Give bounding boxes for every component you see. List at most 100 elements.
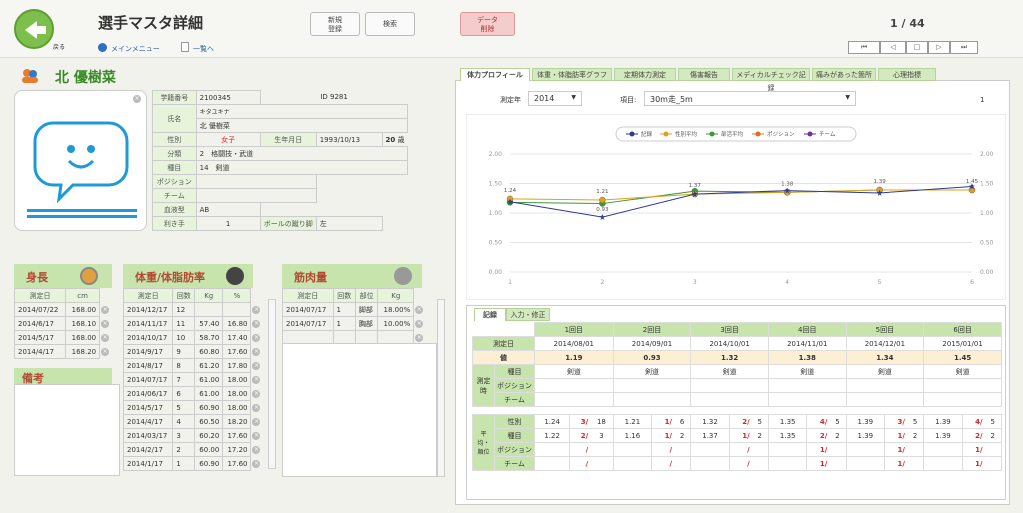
table-cell: 17.20 <box>222 442 252 457</box>
prev-record-button[interactable]: ◁ <box>880 41 906 54</box>
delete-icon[interactable]: × <box>101 320 110 328</box>
table-cell: 16.80 <box>222 316 252 331</box>
delete-icon[interactable]: × <box>415 320 424 328</box>
notes-textarea[interactable] <box>14 384 120 476</box>
table-cell: 1993/10/13 <box>315 132 383 147</box>
item-select[interactable]: 30m走_5m ▼ <box>644 91 856 106</box>
table-cell: × <box>414 317 426 331</box>
table-cell: × <box>251 415 263 429</box>
record-tab-record[interactable]: 記録 <box>474 308 506 321</box>
grid-cell: 2014/11/01 <box>767 336 847 351</box>
tab-3[interactable]: 傷害報告 <box>678 68 730 81</box>
delete-button[interactable]: データ 削除 <box>460 12 515 36</box>
table-cell: ボールの蹴り脚 <box>259 216 317 231</box>
year-select[interactable]: 2014 ▼ <box>528 91 582 106</box>
table-cell: 利き手 <box>152 216 197 231</box>
main-menu-link[interactable]: メインメニュー <box>111 44 160 54</box>
grid-cell: 1/ <box>806 456 830 471</box>
delete-icon[interactable]: × <box>252 320 261 328</box>
delete-icon[interactable]: × <box>101 348 110 356</box>
tab-0[interactable]: 体力プロフィール <box>460 68 530 81</box>
photo-clear-icon[interactable]: × <box>133 95 141 103</box>
last-record-button[interactable]: ⏭ <box>950 41 978 54</box>
table-cell: 2014/03/17 <box>122 428 174 443</box>
legend-label: 記録 <box>641 130 653 138</box>
first-record-button[interactable]: ⏮ <box>848 41 880 54</box>
delete-icon[interactable]: × <box>252 306 261 314</box>
table-cell: 2014/5/17 <box>13 330 67 345</box>
grid-cell: 1/ <box>651 428 674 443</box>
delete-icon[interactable]: × <box>415 306 424 314</box>
notes-header: 備考 <box>14 368 112 385</box>
table-cell: 10.00% <box>377 316 415 331</box>
delete-icon[interactable]: × <box>252 362 261 370</box>
new-button[interactable]: 新規 登録 <box>310 12 360 36</box>
x-tick-label: 5 <box>878 279 882 286</box>
delete-icon[interactable]: × <box>252 376 261 384</box>
grid-cell: 5 <box>906 414 925 429</box>
tab-5[interactable]: 痛みがあった箇所 <box>812 68 876 81</box>
tab-6[interactable]: 心理指標 <box>878 68 936 81</box>
weight-row: 2014/12/17 12 × <box>122 302 263 317</box>
people-icon <box>20 68 40 84</box>
legend-marker <box>807 131 813 137</box>
grid-cell <box>674 442 692 457</box>
table-cell: 2014/8/17 <box>122 358 174 373</box>
height-row: 2014/5/17 168.00 × <box>13 330 112 345</box>
search-button[interactable]: 検索 <box>365 12 415 36</box>
grid-cell: ポジション <box>494 378 535 393</box>
record-tab-input[interactable]: 入力・修正 <box>506 308 550 321</box>
delete-icon[interactable]: × <box>252 460 261 468</box>
grid-cell: チーム <box>494 456 535 471</box>
grid-cell: 1/ <box>961 456 985 471</box>
height-row: 2014/07/22 168.00 × <box>13 302 112 317</box>
table-cell: 脚部 <box>354 302 379 317</box>
table-cell: 分類 <box>152 146 197 161</box>
table-cell: 3 <box>172 428 196 443</box>
delete-icon[interactable]: × <box>252 348 261 356</box>
tab-2[interactable]: 定期体力測定 <box>614 68 676 81</box>
table-cell: 18.00 <box>222 400 252 415</box>
grid-cell: 1.24 <box>533 414 571 429</box>
back-button[interactable] <box>14 9 54 49</box>
weight-row: 2014/2/17 2 60.00 17.20 × <box>122 442 263 457</box>
delete-icon[interactable]: × <box>252 418 261 426</box>
next-record-button[interactable]: ▷ <box>928 41 950 54</box>
delete-icon[interactable]: × <box>252 446 261 454</box>
delete-icon[interactable]: × <box>101 334 110 342</box>
result-count: 1 <box>980 96 985 104</box>
grid-cell: 2 <box>984 428 1002 443</box>
delete-icon[interactable]: × <box>101 306 110 314</box>
weight-col-header: Kg <box>194 288 224 303</box>
table-cell: 12 <box>172 302 196 317</box>
delete-icon[interactable]: × <box>252 432 261 440</box>
delete-icon[interactable]: × <box>415 334 424 342</box>
weight-scrollbar[interactable] <box>268 299 276 469</box>
tab-4[interactable]: メディカルチェック記録 <box>732 68 810 92</box>
grid-cell: 1.19 <box>534 350 614 365</box>
table-cell: ID 9281 <box>320 93 348 102</box>
delete-icon[interactable]: × <box>252 404 261 412</box>
current-record-button[interactable]: □ <box>906 41 928 54</box>
record-counter: 1 / 44 <box>890 17 925 30</box>
muscle-scrollbar[interactable] <box>437 299 445 477</box>
delete-icon[interactable]: × <box>252 390 261 398</box>
weight-row: 2014/5/17 5 60.90 18.00 × <box>122 400 263 415</box>
tab-1[interactable]: 体重・体脂肪率グラフ <box>532 68 612 81</box>
grid-cell: / <box>728 442 752 457</box>
table-cell: 61.20 <box>194 358 224 373</box>
table-cell: 胸部 <box>354 316 379 331</box>
table-cell: 2014/07/17 <box>122 372 174 387</box>
legend-label: 性別平均 <box>675 130 698 138</box>
back-label: 戻る <box>53 44 66 51</box>
delete-icon[interactable]: × <box>252 334 261 342</box>
table-cell: キタユキナ <box>195 104 409 119</box>
grid-cell: 1回目 <box>534 322 614 337</box>
list-link[interactable]: 一覧へ <box>193 44 214 54</box>
grid-cell: 1/ <box>651 414 674 429</box>
grid-cell: 4/ <box>961 414 985 429</box>
weight-col-header: 測定日 <box>122 288 174 303</box>
table-cell: 2 格闘技・武道 <box>195 146 409 161</box>
grid-cell <box>845 442 886 457</box>
table-cell: 2014/1/17 <box>122 456 174 471</box>
